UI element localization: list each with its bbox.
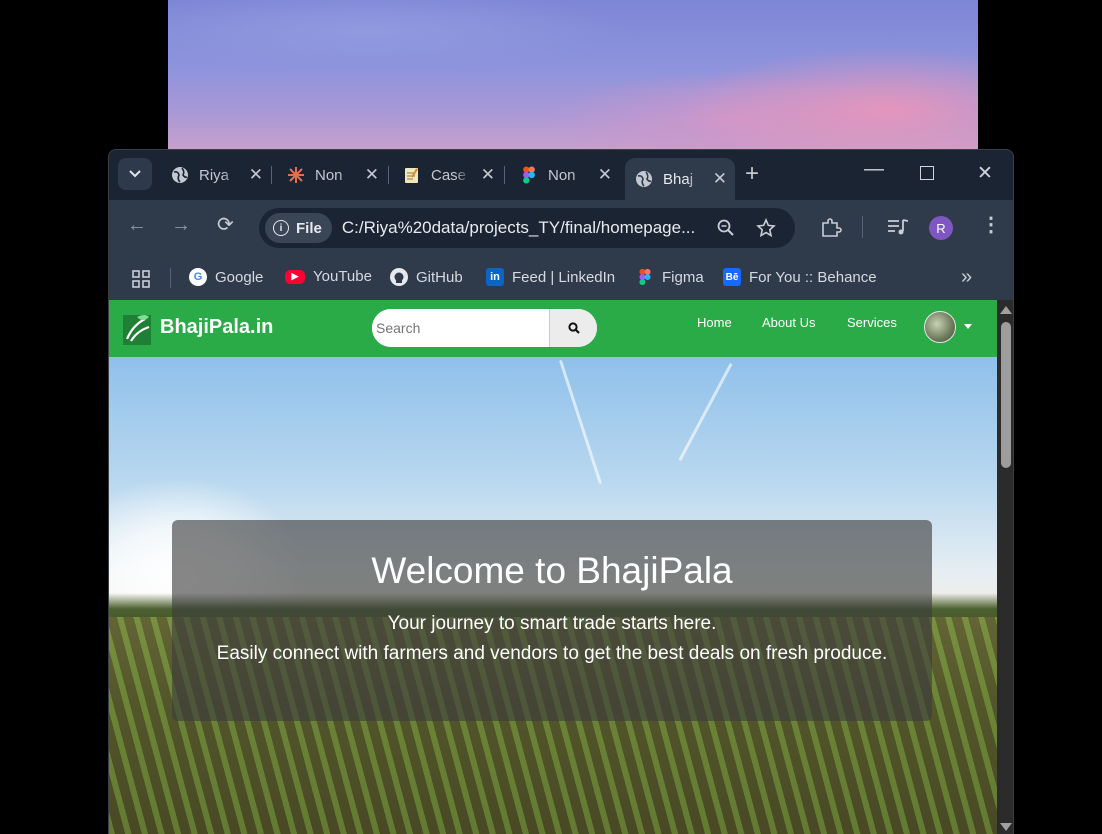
nav-home-link[interactable]: Home	[697, 315, 732, 330]
bookmarks-bar: G Google ▶ YouTube GitHub in Feed | Link…	[109, 256, 1013, 300]
linkedin-icon: in	[486, 268, 504, 286]
address-bar[interactable]: i File C:/Riya%20data/projects_TY/final/…	[259, 208, 795, 248]
site-navbar: BhajiPala.in Home About Us Services	[109, 300, 997, 357]
close-icon[interactable]: ✕	[249, 165, 263, 185]
user-avatar[interactable]	[924, 311, 956, 343]
close-window-icon[interactable]: ✕	[977, 162, 993, 185]
hero-section: Welcome to BhajiPala Your journey to sma…	[109, 357, 997, 834]
extensions-icon[interactable]	[820, 218, 842, 238]
scroll-down-arrow-icon[interactable]	[1000, 823, 1012, 831]
hero-overlay: Welcome to BhajiPala Your journey to sma…	[172, 520, 932, 721]
close-icon[interactable]: ✕	[713, 169, 727, 189]
tab-case[interactable]: Case ✕	[393, 158, 503, 192]
bookmark-figma[interactable]: Figma	[636, 268, 704, 286]
tab-separator	[271, 166, 272, 184]
hero-title: Welcome to BhajiPala	[371, 550, 733, 591]
bookmark-youtube[interactable]: ▶ YouTube	[285, 268, 372, 285]
star-icon[interactable]	[756, 218, 776, 238]
leaf-logo-icon	[123, 315, 151, 345]
browser-toolbar: ← → ⟳ i File C:/Riya%20data/projects_TY/…	[109, 200, 1013, 256]
search-icon	[568, 322, 580, 334]
bookmark-label: YouTube	[313, 268, 372, 285]
hero-tagline: Your journey to smart trade starts here.	[387, 613, 717, 634]
media-queue-icon[interactable]	[887, 218, 909, 236]
brand-name[interactable]: BhajiPala.in	[160, 316, 273, 339]
nav-services-link[interactable]: Services	[847, 315, 897, 330]
tab-bhaj[interactable]: Bhaj ✕	[625, 158, 735, 200]
tab-title: Bhaj	[663, 170, 694, 188]
bookmarks-divider	[170, 268, 171, 288]
bookmark-label: For You :: Behance	[749, 268, 877, 286]
tab-strip: Riya ✕ Non ✕ Case ✕ Non ✕ Bhaj ✕ + — ✕	[109, 150, 1013, 200]
globe-icon	[171, 166, 189, 184]
site-info-chip[interactable]: i File	[265, 213, 332, 243]
tab-separator	[388, 166, 389, 184]
bookmark-google[interactable]: G Google	[189, 268, 263, 286]
browser-window: Riya ✕ Non ✕ Case ✕ Non ✕ Bhaj ✕ + — ✕ ←…	[108, 149, 1014, 834]
url-text[interactable]: C:/Riya%20data/projects_TY/final/homepag…	[342, 218, 702, 238]
chip-label: File	[296, 219, 322, 237]
new-tab-button[interactable]: +	[745, 162, 759, 186]
caret-down-icon[interactable]	[964, 324, 972, 329]
close-icon[interactable]: ✕	[365, 165, 379, 185]
info-icon: i	[273, 220, 289, 236]
search-input[interactable]	[372, 309, 548, 347]
chevron-down-icon	[129, 170, 141, 178]
asterisk-icon	[287, 166, 305, 184]
figma-icon	[636, 268, 654, 286]
bookmark-label: Figma	[662, 268, 704, 286]
tab-non-2[interactable]: Non ✕	[510, 158, 620, 192]
bookmark-label: Feed | LinkedIn	[512, 268, 616, 286]
notepad-icon	[403, 166, 421, 184]
apps-grid-icon[interactable]	[132, 270, 150, 288]
forward-arrow-icon[interactable]: →	[171, 214, 191, 237]
toolbar-divider	[862, 216, 863, 238]
kebab-menu-icon[interactable]: ⋮	[981, 215, 1001, 235]
page-scrollbar[interactable]	[997, 300, 1013, 834]
tab-title: Non	[548, 166, 576, 184]
contrail	[558, 359, 603, 485]
bookmark-linkedin[interactable]: in Feed | LinkedIn	[486, 268, 615, 286]
minimize-icon[interactable]: —	[864, 158, 884, 181]
close-icon[interactable]: ✕	[481, 165, 495, 185]
search-button[interactable]	[549, 309, 597, 347]
more-bookmarks-icon[interactable]: »	[961, 266, 972, 289]
profile-avatar[interactable]: R	[929, 216, 953, 240]
hero-description: Easily connect with farmers and vendors …	[216, 643, 888, 664]
back-arrow-icon[interactable]: ←	[127, 214, 147, 237]
nav-about-link[interactable]: About Us	[762, 315, 815, 330]
behance-icon: Bē	[723, 268, 741, 286]
google-icon: G	[189, 268, 207, 286]
contrail	[678, 362, 733, 462]
tab-non-1[interactable]: Non ✕	[277, 158, 387, 192]
tab-separator	[504, 166, 505, 184]
site-search	[372, 309, 597, 347]
zoom-icon[interactable]	[717, 219, 735, 237]
figma-icon	[520, 166, 538, 184]
github-icon	[390, 268, 408, 286]
maximize-icon[interactable]	[920, 166, 934, 180]
close-icon[interactable]: ✕	[598, 165, 612, 185]
bookmark-github[interactable]: GitHub	[390, 268, 463, 286]
page-viewport: BhajiPala.in Home About Us Services Welc…	[109, 300, 997, 834]
tab-title: Riya	[199, 166, 230, 184]
scroll-up-arrow-icon[interactable]	[1000, 306, 1012, 314]
reload-icon[interactable]: ⟳	[217, 212, 234, 237]
tab-title: Non	[315, 166, 343, 184]
bookmark-label: Google	[215, 268, 264, 286]
desktop-wallpaper	[168, 0, 978, 150]
bookmark-label: GitHub	[416, 268, 463, 286]
globe-icon	[635, 170, 653, 188]
tab-search-button[interactable]	[118, 158, 152, 190]
tab-title: Case	[431, 166, 467, 184]
youtube-icon: ▶	[285, 269, 305, 284]
bookmark-behance[interactable]: Bē For You :: Behance	[723, 268, 877, 286]
tab-riya[interactable]: Riya ✕	[161, 158, 271, 192]
scrollbar-thumb[interactable]	[1001, 322, 1011, 468]
